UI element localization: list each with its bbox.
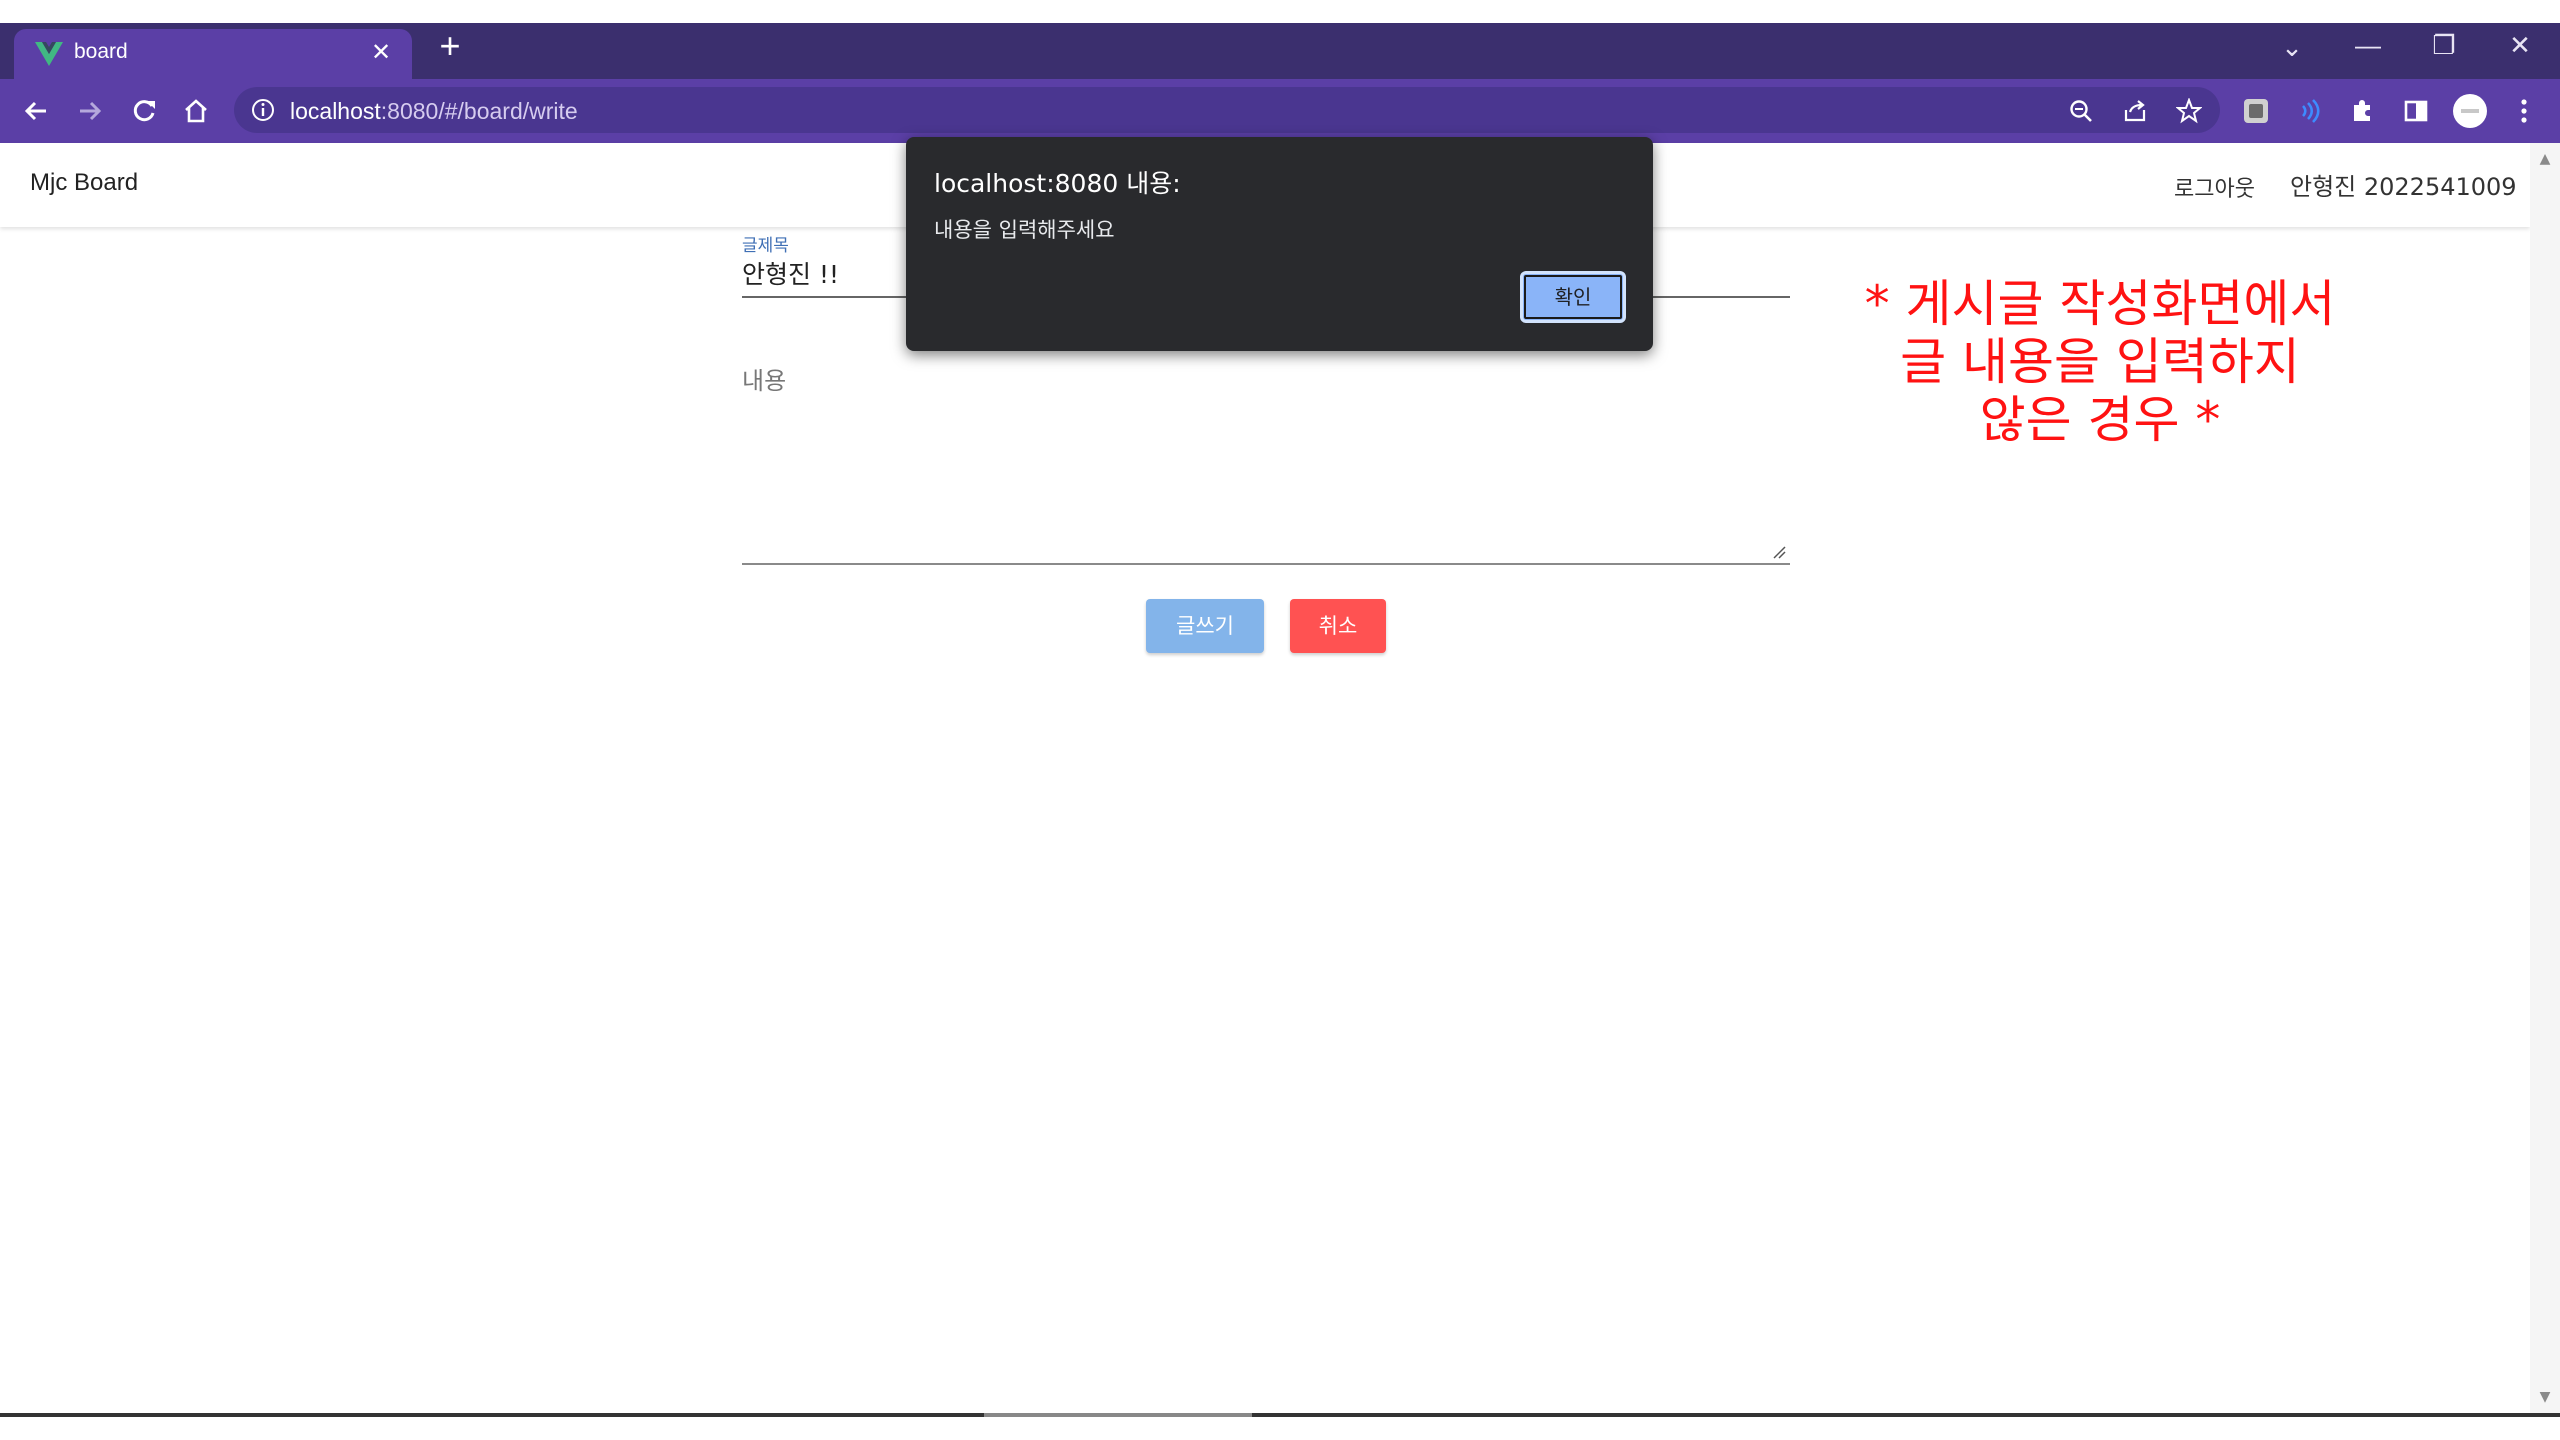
annotation-line-3: 않은 경우 * bbox=[1979, 391, 2221, 449]
logout-link[interactable]: 로그아웃 bbox=[2174, 171, 2255, 203]
scroll-down-arrow-icon[interactable]: ▼ bbox=[2530, 1385, 2560, 1409]
tab-title: board bbox=[74, 40, 128, 63]
content-textarea-label[interactable]: 내용 bbox=[742, 361, 786, 396]
vertical-scrollbar[interactable]: ▲ ▼ bbox=[2530, 143, 2560, 1413]
dialog-title: localhost:8080 내용: bbox=[934, 169, 1181, 198]
textarea-resize-icon[interactable] bbox=[1772, 545, 1786, 559]
cancel-button[interactable]: 취소 bbox=[1290, 599, 1386, 653]
extensions-puzzle-icon[interactable] bbox=[2342, 91, 2382, 131]
url-text[interactable]: localhost:8080/#/board/write bbox=[290, 98, 578, 125]
home-icon[interactable] bbox=[176, 91, 216, 131]
window-close-icon[interactable]: ✕ bbox=[2490, 23, 2550, 67]
site-info-icon[interactable] bbox=[250, 97, 276, 123]
side-panel-icon[interactable] bbox=[2396, 91, 2436, 131]
address-bar[interactable]: localhost:8080/#/board/write bbox=[234, 87, 2220, 133]
tab-strip: board ✕ + ⌄ — ❐ ✕ bbox=[0, 23, 2560, 79]
top-margin bbox=[0, 0, 2560, 23]
tab-search-icon[interactable]: ⌄ bbox=[2262, 25, 2322, 69]
forward-arrow-icon[interactable] bbox=[70, 91, 110, 131]
user-info: 안형진 2022541009 bbox=[2290, 173, 2517, 201]
restore-icon[interactable]: ❐ bbox=[2414, 23, 2474, 67]
url-host: localhost bbox=[290, 98, 381, 124]
new-tab-icon[interactable]: + bbox=[430, 26, 470, 66]
dialog-message: 내용을 입력해주세요 bbox=[934, 218, 1115, 242]
browser-toolbar: localhost:8080/#/board/write bbox=[0, 79, 2560, 143]
content-textarea-underline bbox=[742, 563, 1790, 565]
back-arrow-icon[interactable] bbox=[16, 91, 56, 131]
dialog-ok-button[interactable]: 확인 bbox=[1520, 271, 1626, 323]
title-field-label: 글제목 bbox=[742, 236, 789, 256]
title-input[interactable]: 안형진 !! bbox=[742, 255, 839, 291]
tab-close-icon[interactable]: ✕ bbox=[364, 36, 398, 70]
share-icon[interactable] bbox=[2120, 96, 2150, 126]
minimize-icon[interactable]: — bbox=[2338, 23, 2398, 67]
extension-puzzle-app-icon[interactable] bbox=[2236, 91, 2276, 131]
profile-avatar-icon[interactable] bbox=[2450, 91, 2490, 131]
red-annotation: * 게시글 작성화면에서 글 내용을 입력하지 않은 경우 * bbox=[1840, 275, 2360, 449]
zoom-icon[interactable] bbox=[2066, 96, 2096, 126]
audio-wave-extension-icon[interactable] bbox=[2288, 91, 2328, 131]
vue-logo-icon bbox=[35, 42, 63, 66]
annotation-line-1: * 게시글 작성화면에서 bbox=[1864, 275, 2336, 333]
browser-tab-board[interactable]: board ✕ bbox=[14, 29, 412, 79]
url-path: :8080/#/board/write bbox=[380, 98, 578, 124]
annotation-line-2: 글 내용을 입력하지 bbox=[1900, 333, 2300, 391]
menu-kebab-icon[interactable] bbox=[2504, 91, 2544, 131]
scroll-up-arrow-icon[interactable]: ▲ bbox=[2530, 147, 2560, 171]
bottom-margin bbox=[0, 1417, 2560, 1440]
brand-title[interactable]: Mjc Board bbox=[30, 169, 138, 197]
alert-dialog: localhost:8080 내용: 내용을 입력해주세요 확인 bbox=[906, 137, 1653, 351]
write-button[interactable]: 글쓰기 bbox=[1146, 599, 1264, 653]
bookmark-star-icon[interactable] bbox=[2174, 96, 2204, 126]
reload-icon[interactable] bbox=[124, 91, 164, 131]
